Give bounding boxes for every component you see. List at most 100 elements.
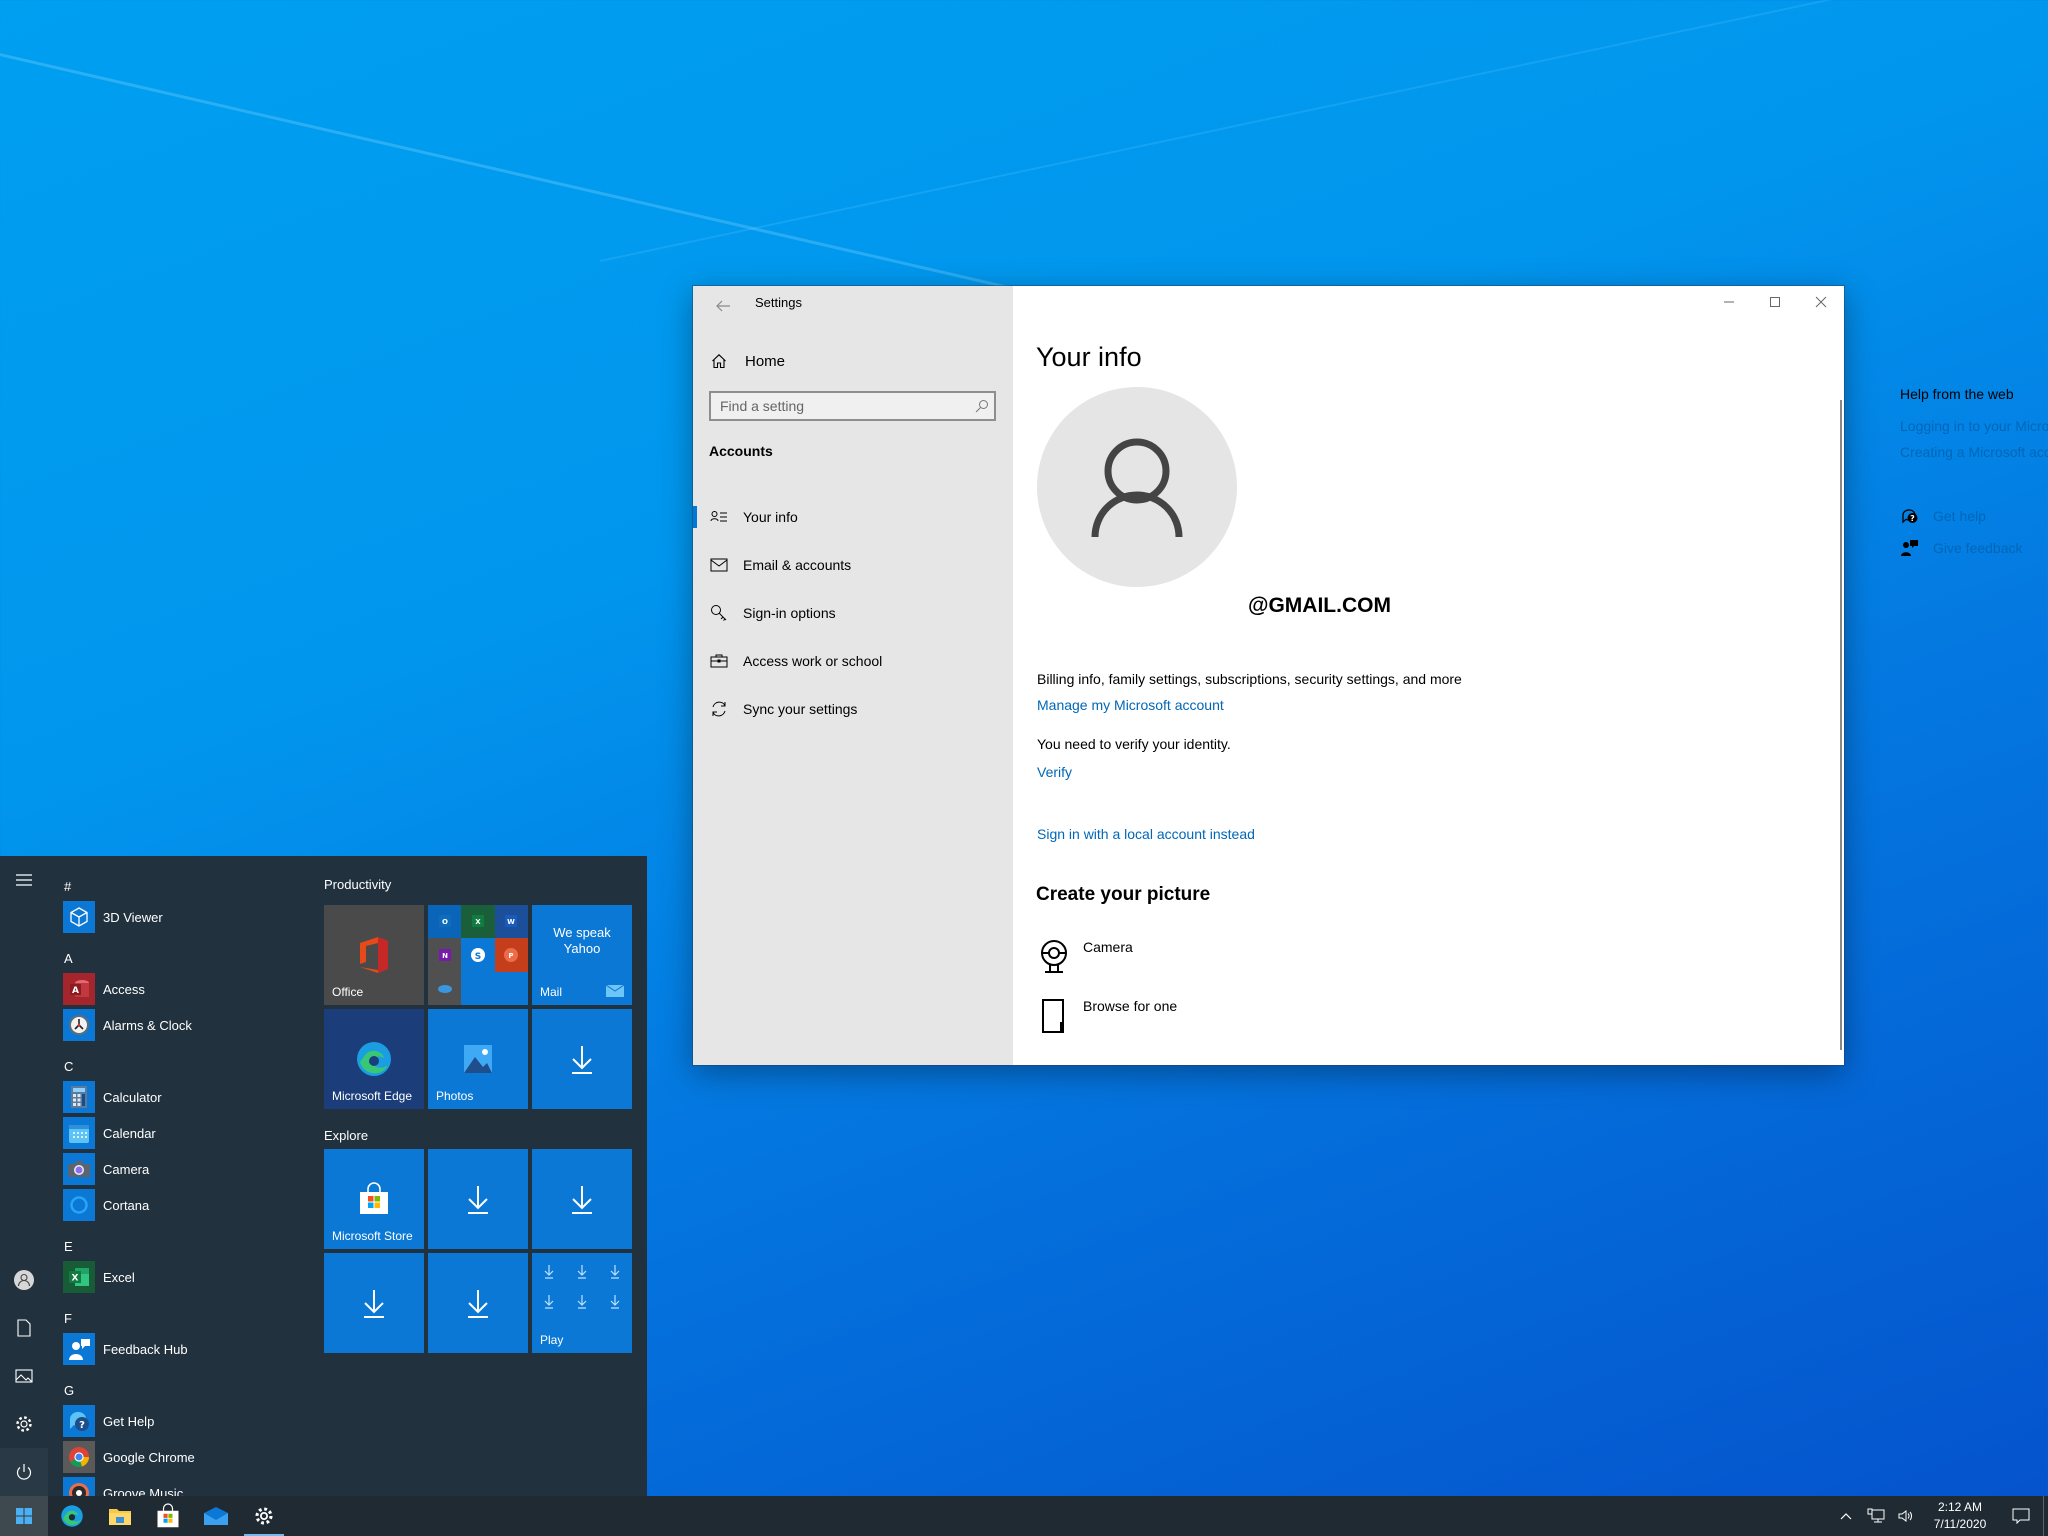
sign-in-local-account-link[interactable]: Sign in with a local account instead [1037, 826, 1255, 842]
find-setting-input[interactable] [711, 398, 970, 414]
app-group-letter[interactable]: # [64, 879, 71, 894]
verify-link[interactable]: Verify [1037, 764, 1072, 780]
account-email: @GMAIL.COM [1248, 594, 1391, 617]
file-explorer-taskbar-button[interactable] [96, 1496, 144, 1536]
mail-tile-live-text: We speak Yahoo [553, 925, 611, 956]
tile-pending-download[interactable] [324, 1253, 424, 1353]
app-label: Cortana [103, 1197, 150, 1213]
tile-group-label[interactable]: Productivity [324, 877, 391, 892]
app-calendar[interactable]: Calendar [63, 1117, 156, 1149]
nav-item-sync-settings[interactable]: Sync your settings [693, 685, 1013, 733]
app-group-letter[interactable]: A [64, 951, 73, 966]
tile-group-label[interactable]: Explore [324, 1128, 368, 1143]
start-rail [0, 856, 48, 1496]
app-group-letter[interactable]: E [64, 1239, 73, 1254]
get-help-label: Get help [1933, 508, 1986, 524]
tile-pending-download[interactable] [532, 1009, 632, 1109]
store-taskbar-button[interactable] [144, 1496, 192, 1536]
tile-microsoft-edge[interactable]: Microsoft Edge [324, 1009, 424, 1109]
help-link-creating-account[interactable]: Creating a Microsoft account [1900, 444, 2048, 460]
app-get-help[interactable]: ? Get Help [63, 1405, 154, 1437]
documents-button[interactable] [0, 1304, 48, 1352]
back-button[interactable] [707, 292, 739, 324]
system-tray: 2:12 AM 7/11/2020 [1831, 1496, 2048, 1536]
edge-icon [357, 1042, 391, 1076]
app-group-letter[interactable]: C [64, 1059, 73, 1074]
settings-taskbar-button[interactable] [240, 1496, 288, 1536]
webcam-icon [1037, 937, 1071, 977]
tile-microsoft-store[interactable]: Microsoft Store [324, 1149, 424, 1249]
app-excel[interactable]: X Excel [63, 1261, 135, 1293]
nav-item-access-work-school[interactable]: Access work or school [693, 637, 1013, 685]
app-list[interactable]: # 3D Viewer A A Access Alarms & Clock C … [63, 856, 303, 1496]
app-google-chrome[interactable]: Google Chrome [63, 1441, 195, 1473]
app-calculator[interactable]: Calculator [63, 1081, 162, 1113]
tile-pending-download[interactable] [532, 1149, 632, 1249]
nav-item-label: Sign-in options [743, 605, 836, 621]
mail-icon [204, 1507, 228, 1525]
window-title: Settings [755, 295, 802, 310]
camera-icon [63, 1153, 95, 1185]
nav-home[interactable]: Home [709, 348, 785, 374]
get-help-link[interactable]: ? Get help [1900, 506, 2048, 526]
tile-pending-download[interactable] [428, 1253, 528, 1353]
tile-office[interactable]: Office [324, 905, 424, 1005]
app-label: Feedback Hub [103, 1341, 188, 1357]
app-camera[interactable]: Camera [63, 1153, 149, 1185]
nav-section-title: Accounts [709, 443, 773, 459]
edge-taskbar-button[interactable] [48, 1496, 96, 1536]
expand-menu-button[interactable] [0, 856, 48, 904]
action-center-button[interactable] [1999, 1496, 2043, 1536]
settings-button[interactable] [0, 1400, 48, 1448]
power-button[interactable] [0, 1448, 48, 1496]
cube-icon [63, 901, 95, 933]
chrome-icon [63, 1441, 95, 1473]
clock[interactable]: 2:12 AM 7/11/2020 [1921, 1499, 1999, 1533]
find-setting-search[interactable] [709, 391, 996, 421]
nav-item-email-accounts[interactable]: Email & accounts [693, 541, 1013, 589]
app-cortana[interactable]: Cortana [63, 1189, 149, 1221]
picture-option-browse[interactable]: Browse for one [1037, 996, 1177, 1036]
clock-time: 2:12 AM [1937, 1500, 1983, 1514]
user-account-button[interactable] [0, 1256, 48, 1304]
mail-taskbar-button[interactable] [192, 1496, 240, 1536]
search-icon[interactable] [970, 394, 994, 418]
tile-mail[interactable]: We speak Yahoo Mail [532, 905, 632, 1005]
app-feedback-hub[interactable]: Feedback Hub [63, 1333, 188, 1365]
app-access[interactable]: A Access [63, 973, 145, 1005]
nav-item-your-info[interactable]: Your info [693, 493, 1013, 541]
app-group-letter[interactable]: G [64, 1383, 74, 1398]
verify-identity-text: You need to verify your identity. [1037, 736, 1231, 752]
nav-item-sign-in-options[interactable]: Sign-in options [693, 589, 1013, 637]
show-hidden-icons-button[interactable] [1831, 1496, 1861, 1536]
tile-pending-download[interactable] [428, 1149, 528, 1249]
home-icon [709, 351, 729, 371]
app-groove-music[interactable]: Groove Music [63, 1477, 183, 1496]
show-desktop-button[interactable] [2043, 1496, 2048, 1536]
picture-option-camera[interactable]: Camera [1037, 937, 1133, 977]
taskbar: 2:12 AM 7/11/2020 [0, 1496, 2048, 1536]
give-feedback-link[interactable]: Give feedback [1900, 538, 2048, 558]
download-icon [468, 1186, 488, 1214]
feedback-hub-icon [63, 1333, 95, 1365]
app-label: Google Chrome [103, 1449, 195, 1465]
app-group-letter[interactable]: F [64, 1311, 72, 1326]
start-button[interactable] [0, 1496, 48, 1536]
tile-play-folder[interactable]: Play [532, 1253, 632, 1353]
settings-nav-pane: Settings Home Accounts Your info [693, 286, 1013, 1065]
store-icon [360, 1182, 388, 1214]
volume-button[interactable] [1891, 1496, 1921, 1536]
tile-office-apps-folder[interactable]: O X W N S P [428, 905, 528, 1005]
network-button[interactable] [1861, 1496, 1891, 1536]
nav-item-label: Access work or school [743, 653, 883, 669]
page-title: Your info [1036, 342, 1142, 372]
manage-microsoft-account-link[interactable]: Manage my Microsoft account [1037, 697, 1224, 713]
app-3d-viewer[interactable]: 3D Viewer [63, 901, 163, 933]
pictures-button[interactable] [0, 1352, 48, 1400]
tile-photos[interactable]: Photos [428, 1009, 528, 1109]
nav-item-label: Sync your settings [743, 701, 858, 717]
content-scrollbar[interactable] [1840, 400, 1842, 1050]
app-alarms-clock[interactable]: Alarms & Clock [63, 1009, 192, 1041]
help-link-logging-in[interactable]: Logging in to your Microsoft account [1900, 418, 2048, 434]
chevron-up-icon [1840, 1513, 1852, 1520]
